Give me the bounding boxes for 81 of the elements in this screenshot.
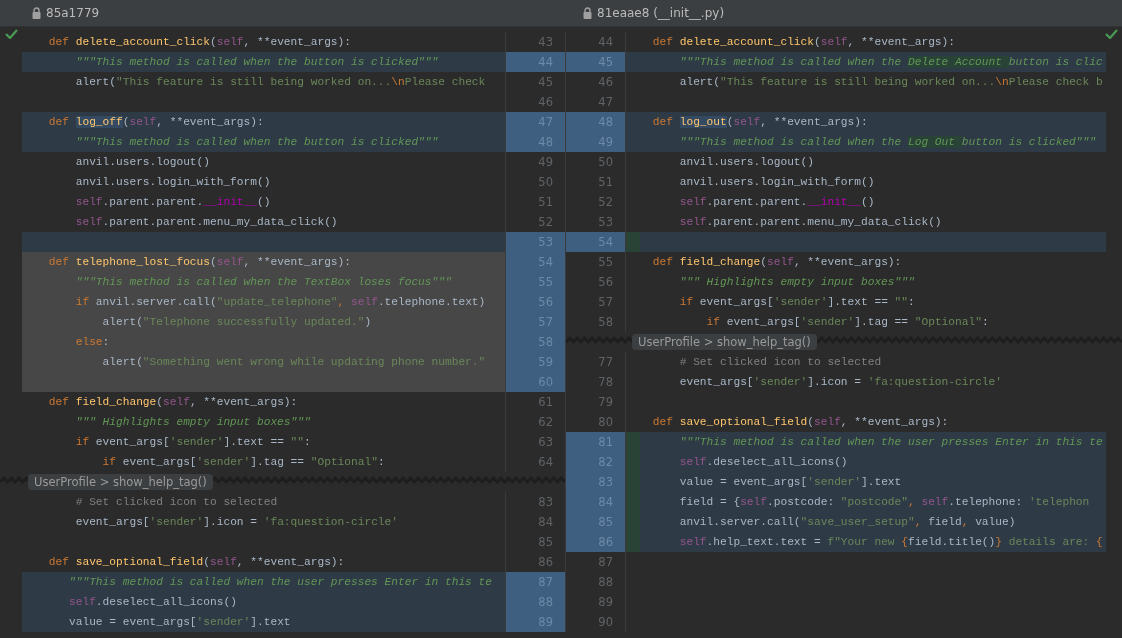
line-number: 79 [566,392,626,412]
code-line: # Set clicked icon to selected [74,495,278,510]
code-line: """ Highlights empty input boxes""" [678,275,915,290]
line-number: 58 [566,312,626,332]
code-line: event_args['sender'].icon = 'fa:question-circle' [678,375,1002,390]
line-number: 56 [566,272,626,292]
line-number: 46 [566,72,626,92]
code-line: alert("This feature is still being worked on...\nPlease check [74,75,486,90]
line-number: 50 [566,152,626,172]
lock-icon [32,7,41,19]
code-line: alert("This feature is still being worked on...\nPlease check b [678,75,1103,90]
line-number: 62 [505,412,565,432]
code-line: else: [74,335,110,350]
code-line: self.parent.parent.__init__() [678,195,875,210]
code-line: alert("Something went wrong while updating phone number." [101,355,486,370]
code-line: def log_off(self, **event_args): [47,115,264,130]
line-number: 83 [505,492,565,512]
check-icon [5,29,18,39]
file-title: 85a1779 [32,6,565,20]
code-line: """This method is called when the Log Out button is clicked""" [678,135,1096,150]
line-number: 84 [505,512,565,532]
code-line: self.deselect_all_icons() [678,455,848,470]
code-line: anvil.users.logout() [678,155,814,170]
code-line: """This method is called when the user presses Enter in this te [68,575,492,590]
code-line: if event_args['sender'].tag == "Optional": [101,455,385,470]
code-line: self.parent.parent.menu_my_data_click() [678,215,942,230]
code-line: if event_args['sender'].text == "": [74,435,311,450]
code-line: """This method is called when the button is clicked""" [74,55,439,70]
code-line: if anvil.server.call("update_telephone", self.telephone.text) [74,295,486,310]
code-line: field = {self.postcode: "postcode", self.telephone: 'telephon [678,495,1090,510]
code-line: def telephone_lost_focus(self, **event_args): [47,255,351,270]
line-number: 87 [566,552,626,572]
code-line: self.help_text.text = f"Your new {field.title()} details are: { [678,535,1103,550]
breadcrumb[interactable]: UserProfile > show_help_tag() [632,334,817,350]
code-line: """This method is called when the user presses Enter in this te [678,435,1103,450]
code-line: # Set clicked icon to selected [678,355,882,370]
line-number: 51 [566,172,626,192]
code-line: def log_out(self, **event_args): [651,115,868,130]
code-line: anvil.users.login_with_form() [678,175,875,190]
line-number: 61 [505,392,565,412]
code-line: def delete_account_click(self, **event_args): [47,35,351,50]
code-line: """ Highlights empty input boxes""" [74,415,311,430]
code-line: def save_optional_field(self, **event_args): [47,555,345,570]
code-line: self.deselect_all_icons() [68,595,237,610]
code-line: self.parent.parent.__init__() [74,195,271,210]
code-line: def delete_account_click(self, **event_args): [651,35,955,50]
line-number: 78 [566,372,626,392]
line-number: 63 [505,432,565,452]
code-line: def field_change(self, **event_args): [651,255,902,270]
file-title: 81eaae8 (__init__.py) [583,6,725,20]
code-line: anvil.users.login_with_form() [74,175,271,190]
line-number: 64 [505,452,565,472]
line-number: 45 [505,72,565,92]
code-line: if event_args['sender'].text == "": [678,295,915,310]
code-line: self.parent.parent.menu_my_data_click() [74,215,338,230]
line-number: 57 [566,292,626,312]
line-number: 77 [566,352,626,372]
breadcrumb[interactable]: UserProfile > show_help_tag() [28,474,213,490]
code-line: if event_args['sender'].tag == "Optional": [705,315,989,330]
code-line: value = event_args['sender'].text [68,615,291,630]
code-line: """This method is called when the Delete Account button is clic [678,55,1103,70]
check-icon [1105,29,1118,39]
line-number: 49 [505,152,565,172]
lock-icon [583,7,592,19]
code-line: event_args['sender'].icon = 'fa:question-circle' [74,515,398,530]
code-line: alert("Telephone successfully updated.") [101,315,372,330]
code-line: """This method is called when the TextBox loses focus""" [74,275,452,290]
line-number: 88 [566,572,626,592]
line-number: 90 [566,612,626,632]
code-line: """This method is called when the button is clicked""" [74,135,439,150]
code-line: def field_change(self, **event_args): [47,395,298,410]
line-number: 89 [566,592,626,612]
line-number: 51 [505,192,565,212]
line-number: 55 [566,252,626,272]
code-line: anvil.server.call("save_user_setup", field, value) [678,515,1016,530]
code-line: anvil.users.logout() [74,155,210,170]
line-number: 50 [505,172,565,192]
code-line: def save_optional_field(self, **event_args): [651,415,949,430]
line-number: 85 [505,532,565,552]
line-number: 52 [566,192,626,212]
code-line: value = event_args['sender'].text [678,475,902,490]
